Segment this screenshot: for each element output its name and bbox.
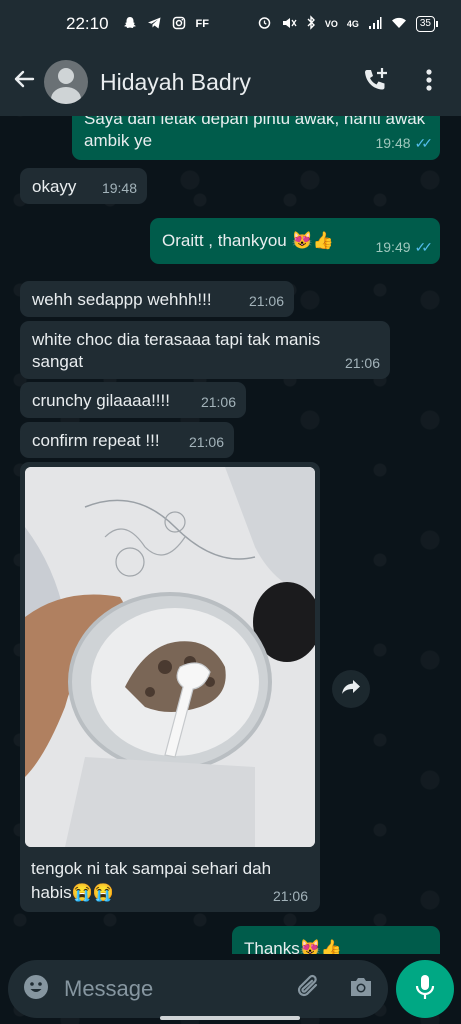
instagram-icon: [172, 16, 186, 33]
message-text: confirm repeat !!!: [32, 431, 160, 450]
telegram-icon: [147, 16, 162, 33]
photo-attachment[interactable]: [25, 467, 315, 847]
message-time: 19:49: [375, 239, 411, 255]
message-text: Saya dah letak depan pintu awak, nanti a…: [84, 116, 426, 150]
battery-indicator: 35: [415, 16, 439, 32]
camera-icon[interactable]: [348, 975, 374, 1004]
add-call-icon: [361, 66, 389, 99]
bluetooth-icon: [306, 15, 316, 33]
message-text: Oraitt , thankyou 😻👍: [162, 231, 334, 250]
message-outgoing[interactable]: Thanks😻👍: [232, 926, 440, 954]
signal-icon: [368, 16, 382, 33]
composer: Message: [0, 956, 461, 1024]
image-caption: tengok ni tak sampai sehari dah habis😭😭: [31, 859, 272, 902]
emoji-icon[interactable]: [22, 973, 50, 1006]
paperclip-icon[interactable]: [296, 973, 322, 1006]
message-time: 19:48: [375, 135, 411, 151]
message-input[interactable]: Message: [8, 960, 388, 1018]
message-text: Thanks😻👍: [244, 939, 343, 954]
status-bar: 22:10 FF VO 4G 35: [0, 0, 461, 48]
alarm-icon: [257, 15, 272, 33]
message-text: white choc dia terasaaa tapi tak manis s…: [32, 330, 321, 371]
mic-icon: [414, 973, 436, 1006]
ff-icon: FF: [195, 18, 209, 30]
message-incoming[interactable]: wehh sedappp wehhh!!! 21:06: [20, 281, 294, 317]
message-outgoing[interactable]: Oraitt , thankyou 😻👍 19:49 ✓✓: [150, 218, 440, 264]
mute-icon: [281, 16, 297, 33]
contact-name[interactable]: Hidayah Badry: [100, 69, 355, 96]
forward-icon: [341, 679, 361, 700]
message-incoming[interactable]: okayy 19:48: [20, 168, 147, 204]
message-incoming[interactable]: crunchy gilaaaa!!!! 21:06: [20, 382, 246, 418]
more-vertical-icon: [426, 68, 432, 97]
message-outgoing[interactable]: Saya dah letak depan pintu awak, nanti a…: [72, 116, 440, 160]
message-text: crunchy gilaaaa!!!!: [32, 391, 170, 410]
network-label: 4G: [346, 19, 359, 29]
status-time: 22:10: [66, 14, 109, 33]
add-call-button[interactable]: [355, 62, 395, 102]
avatar[interactable]: [44, 60, 88, 104]
chat-header: Hidayah Badry: [0, 48, 461, 116]
arrow-left-icon[interactable]: [12, 67, 38, 98]
message-time: 21:06: [248, 293, 284, 309]
snapchat-icon: [123, 16, 137, 33]
chat-area[interactable]: Saya dah letak depan pintu awak, nanti a…: [0, 116, 461, 954]
message-time: 21:06: [188, 434, 224, 450]
menu-button[interactable]: [409, 62, 449, 102]
mic-button[interactable]: [396, 960, 454, 1018]
message-incoming[interactable]: white choc dia terasaaa tapi tak manis s…: [20, 321, 390, 379]
volte-icon: VO: [324, 19, 338, 29]
message-image[interactable]: tengok ni tak sampai sehari dah habis😭😭 …: [20, 462, 320, 912]
message-text: wehh sedappp wehhh!!!: [32, 290, 212, 309]
message-time: 19:48: [101, 180, 137, 196]
message-text: okayy: [32, 177, 77, 196]
wifi-icon: [391, 16, 407, 32]
message-incoming[interactable]: confirm repeat !!! 21:06: [20, 422, 234, 458]
message-placeholder: Message: [64, 976, 154, 1001]
read-ticks-icon: ✓✓: [414, 239, 434, 255]
message-time: 21:06: [272, 888, 308, 904]
gesture-nav-bar[interactable]: [160, 1016, 300, 1020]
read-ticks-icon: ✓✓: [414, 135, 434, 151]
forward-button[interactable]: [332, 670, 370, 708]
message-time: 21:06: [200, 394, 236, 410]
message-time: 21:06: [344, 355, 380, 371]
